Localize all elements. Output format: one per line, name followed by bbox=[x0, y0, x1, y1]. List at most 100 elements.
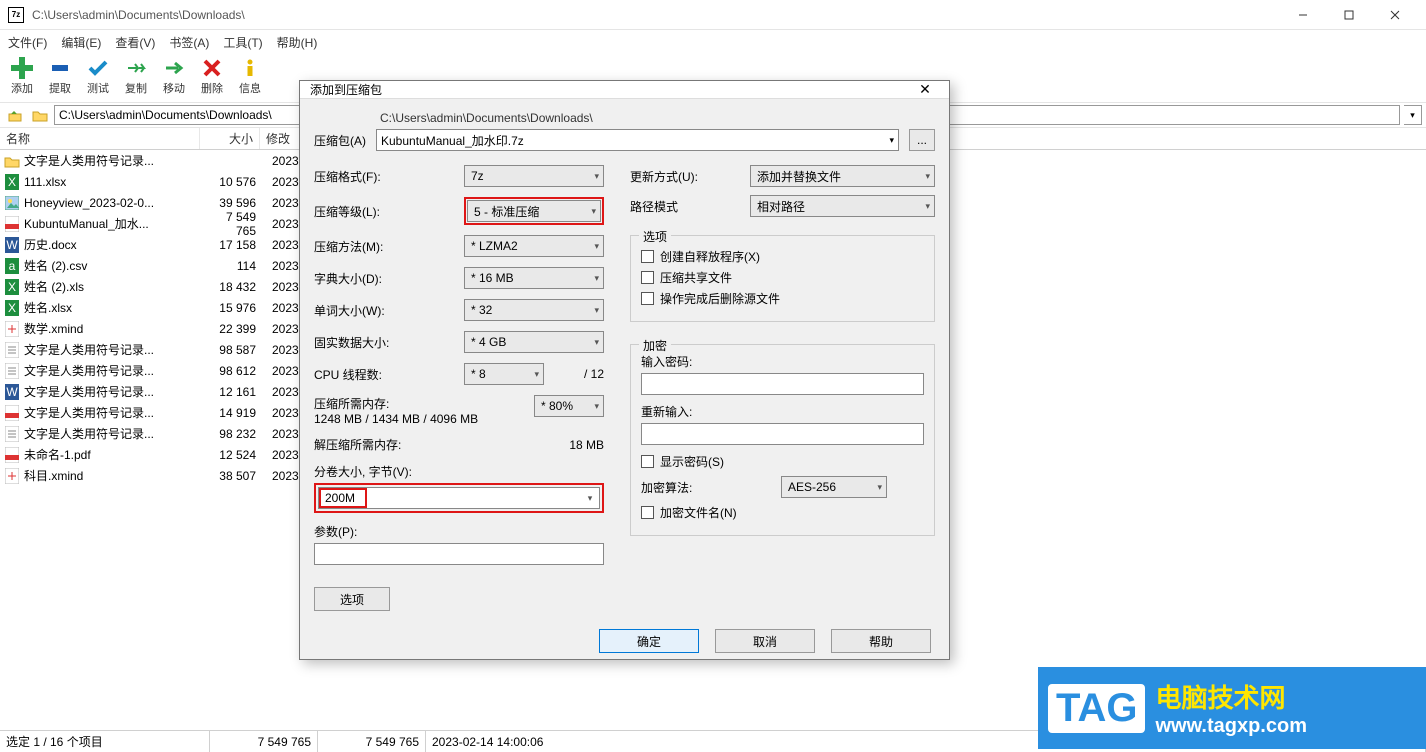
enc-names-checkbox[interactable] bbox=[641, 506, 654, 519]
word-label: 单词大小(W): bbox=[314, 302, 464, 319]
menu-bookmark[interactable]: 书签(A) bbox=[169, 34, 209, 51]
window-title: C:\Users\admin\Documents\Downloads\ bbox=[32, 8, 1280, 22]
chevron-down-icon: ▾ bbox=[889, 135, 894, 146]
solid-label: 固实数据大小: bbox=[314, 334, 464, 351]
toolbar-copy[interactable]: 复制 bbox=[120, 56, 152, 96]
cpu-total: / 12 bbox=[544, 367, 604, 381]
col-name[interactable]: 名称 bbox=[0, 128, 200, 149]
file-icon: X bbox=[4, 279, 20, 295]
dict-select[interactable]: * 16 MB▾ bbox=[464, 267, 604, 289]
file-icon: a bbox=[4, 258, 20, 274]
toolbar-test-label: 测试 bbox=[87, 80, 109, 96]
toolbar-add[interactable]: 添加 bbox=[6, 56, 38, 96]
menu-view[interactable]: 查看(V) bbox=[115, 34, 155, 51]
chevron-down-icon: ▾ bbox=[594, 401, 599, 412]
solid-select[interactable]: * 4 GB ▾ bbox=[464, 331, 604, 353]
file-size: 15 976 bbox=[204, 301, 264, 315]
watermark-line2: www.tagxp.com bbox=[1155, 715, 1307, 738]
help-button[interactable]: 帮助 bbox=[831, 629, 931, 653]
toolbar-delete[interactable]: 删除 bbox=[196, 56, 228, 96]
col-size[interactable]: 大小 bbox=[200, 128, 260, 149]
pathmode-select[interactable]: 相对路径▾ bbox=[750, 195, 935, 217]
file-name: 文字是人类用符号记录... bbox=[24, 152, 204, 169]
ok-button[interactable]: 确定 bbox=[599, 629, 699, 653]
file-icon: X bbox=[4, 300, 20, 316]
chevron-down-icon: ▾ bbox=[594, 337, 599, 348]
pathmode-value: 相对路径 bbox=[757, 198, 805, 215]
cpu-value: * 8 bbox=[471, 367, 486, 381]
param-input[interactable] bbox=[314, 543, 604, 565]
mem-pct-select[interactable]: * 80%▾ bbox=[534, 395, 604, 417]
archive-name-combo[interactable]: KubuntuManual_加水印.7z ▾ bbox=[376, 129, 899, 151]
format-select[interactable]: 7z▾ bbox=[464, 165, 604, 187]
menu-help[interactable]: 帮助(H) bbox=[277, 34, 318, 51]
password2-label: 重新输入: bbox=[641, 403, 924, 420]
menubar: 文件(F) 编辑(E) 查看(V) 书签(A) 工具(T) 帮助(H) bbox=[0, 30, 1426, 54]
dialog-footer: 确定 取消 帮助 bbox=[300, 619, 949, 667]
chevron-down-icon: ▾ bbox=[594, 305, 599, 316]
format-label: 压缩格式(F): bbox=[314, 168, 464, 185]
path-dropdown[interactable]: ▾ bbox=[1404, 105, 1422, 125]
password-input[interactable] bbox=[641, 373, 924, 395]
method-select[interactable]: * LZMA2▾ bbox=[464, 235, 604, 257]
split-size-input[interactable] bbox=[321, 490, 365, 506]
chevron-down-icon: ▾ bbox=[594, 171, 599, 182]
file-size: 10 576 bbox=[204, 175, 264, 189]
file-icon: W bbox=[4, 237, 20, 253]
enc-names-label: 加密文件名(N) bbox=[660, 504, 737, 521]
method-value: * LZMA2 bbox=[471, 239, 518, 253]
svg-text:W: W bbox=[6, 238, 18, 252]
menu-edit[interactable]: 编辑(E) bbox=[61, 34, 101, 51]
toolbar-test[interactable]: 测试 bbox=[82, 56, 114, 96]
solid-value: * 4 GB bbox=[471, 335, 506, 349]
level-select[interactable]: 5 - 标准压缩▾ bbox=[467, 200, 601, 222]
password2-input[interactable] bbox=[641, 423, 924, 445]
menu-tools[interactable]: 工具(T) bbox=[223, 34, 262, 51]
status-size2: 7 549 765 bbox=[318, 731, 426, 752]
maximize-button[interactable] bbox=[1326, 0, 1372, 30]
showpw-checkbox[interactable] bbox=[641, 455, 654, 468]
file-name: Honeyview_2023-02-0... bbox=[24, 196, 204, 210]
file-name: 文字是人类用符号记录... bbox=[24, 362, 204, 379]
pathmode-label: 路径模式 bbox=[630, 198, 750, 215]
file-size: 12 524 bbox=[204, 448, 264, 462]
update-value: 添加并替换文件 bbox=[757, 168, 841, 185]
chevron-down-icon: ▾ bbox=[925, 171, 930, 182]
sfx-checkbox[interactable] bbox=[641, 250, 654, 263]
cpu-select[interactable]: * 8▾ bbox=[464, 363, 544, 385]
dialog-close-button[interactable]: ✕ bbox=[911, 81, 939, 98]
update-label: 更新方式(U): bbox=[630, 168, 750, 185]
menu-file[interactable]: 文件(F) bbox=[8, 34, 47, 51]
update-select[interactable]: 添加并替换文件 ▾ bbox=[750, 165, 935, 187]
enc-method-select[interactable]: AES-256▾ bbox=[781, 476, 887, 498]
options-group: 选项 创建自释放程序(X) 压缩共享文件 操作完成后删除源文件 bbox=[630, 235, 935, 322]
browse-button[interactable]: ... bbox=[909, 129, 935, 151]
level-label: 压缩等级(L): bbox=[314, 203, 464, 220]
shared-checkbox[interactable] bbox=[641, 271, 654, 284]
toolbar-delete-label: 删除 bbox=[201, 80, 223, 96]
mem-label: 压缩所需内存: bbox=[314, 395, 514, 412]
minus-icon bbox=[48, 56, 72, 80]
minimize-button[interactable] bbox=[1280, 0, 1326, 30]
toolbar-move[interactable]: 移动 bbox=[158, 56, 190, 96]
split-size-combo[interactable]: ▾ bbox=[318, 487, 600, 509]
svg-text:X: X bbox=[8, 301, 16, 315]
close-button[interactable] bbox=[1372, 0, 1418, 30]
up-folder-button[interactable] bbox=[4, 105, 26, 125]
cancel-button[interactable]: 取消 bbox=[715, 629, 815, 653]
decomp-value: 18 MB bbox=[514, 438, 604, 452]
file-name: 姓名 (2).xls bbox=[24, 278, 204, 295]
file-name: 姓名.xlsx bbox=[24, 299, 204, 316]
cpu-label: CPU 线程数: bbox=[314, 366, 464, 383]
file-icon bbox=[4, 195, 20, 211]
encrypt-group: 加密 输入密码: 重新输入: 显示密码(S) 加密算法: AES-256▾ 加密… bbox=[630, 344, 935, 536]
toolbar-info[interactable]: 信息 bbox=[234, 56, 266, 96]
toolbar-info-label: 信息 bbox=[239, 80, 261, 96]
toolbar-extract[interactable]: 提取 bbox=[44, 56, 76, 96]
word-select[interactable]: * 32▾ bbox=[464, 299, 604, 321]
method-label: 压缩方法(M): bbox=[314, 238, 464, 255]
file-icon bbox=[4, 321, 20, 337]
options-button[interactable]: 选项 bbox=[314, 587, 390, 611]
chevron-down-icon: ▾ bbox=[581, 493, 599, 504]
delete-after-checkbox[interactable] bbox=[641, 292, 654, 305]
